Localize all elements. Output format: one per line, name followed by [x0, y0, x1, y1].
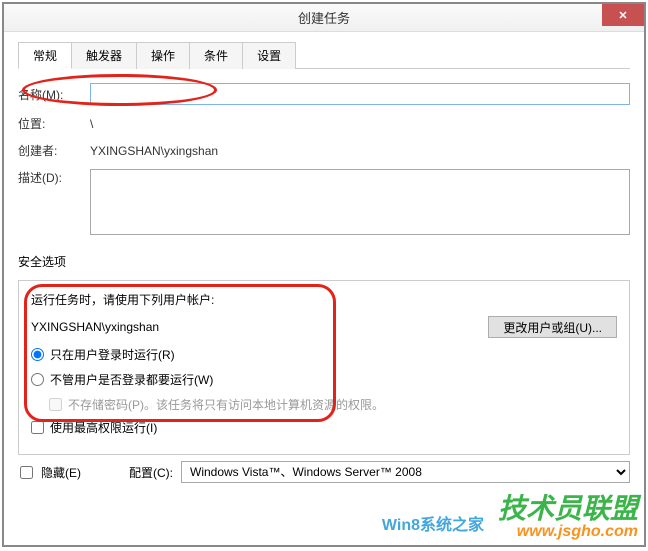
- hidden-label: 隐藏(E): [41, 464, 81, 481]
- radio-logged-on[interactable]: [31, 348, 44, 361]
- config-label: 配置(C):: [129, 464, 173, 481]
- config-select[interactable]: Windows Vista™、Windows Server™ 2008: [181, 461, 630, 483]
- checkbox-hidden[interactable]: [20, 466, 33, 479]
- name-input[interactable]: [90, 83, 630, 105]
- radio-any-user[interactable]: [31, 373, 44, 386]
- location-label: 位置:: [18, 115, 90, 132]
- security-section-label: 安全选项: [18, 253, 630, 270]
- tab-actions[interactable]: 操作: [137, 42, 190, 69]
- location-value: \: [90, 117, 93, 131]
- no-store-pwd-label: 不存储密码(P)。该任务将只有访问本地计算机资源的权限。: [68, 396, 384, 413]
- security-box: 运行任务时，请使用下列用户帐户: YXINGSHAN\yxingshan 更改用…: [18, 280, 630, 455]
- highest-priv-label: 使用最高权限运行(I): [50, 419, 157, 436]
- tab-triggers[interactable]: 触发器: [72, 42, 137, 69]
- titlebar: 创建任务 ✕: [4, 4, 644, 32]
- checkbox-highest-priv[interactable]: [31, 421, 44, 434]
- tab-bar: 常规 触发器 操作 条件 设置: [18, 42, 630, 69]
- radio-logged-on-label: 只在用户登录时运行(R): [50, 346, 175, 363]
- desc-input[interactable]: [90, 169, 630, 235]
- checkbox-no-store-pwd: [49, 398, 62, 411]
- desc-label: 描述(D):: [18, 169, 90, 186]
- tab-conditions[interactable]: 条件: [190, 42, 243, 69]
- creator-value: YXINGSHAN\yxingshan: [90, 144, 218, 158]
- close-button[interactable]: ✕: [602, 4, 644, 26]
- close-icon: ✕: [618, 9, 627, 22]
- account-text: YXINGSHAN\yxingshan: [31, 320, 488, 334]
- creator-label: 创建者:: [18, 142, 90, 159]
- name-label: 名称(M):: [18, 86, 90, 103]
- radio-any-user-label: 不管用户是否登录都要运行(W): [50, 371, 213, 388]
- run-as-label: 运行任务时，请使用下列用户帐户:: [31, 291, 617, 308]
- tab-general[interactable]: 常规: [18, 42, 72, 69]
- change-user-button[interactable]: 更改用户或组(U)...: [488, 316, 617, 338]
- tab-settings[interactable]: 设置: [243, 42, 296, 69]
- window-title: 创建任务: [298, 8, 350, 27]
